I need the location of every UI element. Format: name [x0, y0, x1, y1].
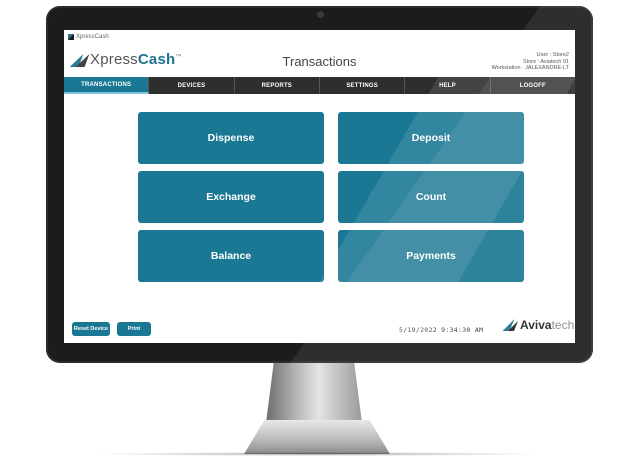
datetime-display: 5/19/2022 9:34:30 AM [399, 326, 484, 334]
app-screen: XpressCash XpressCash™ Transactions User… [64, 30, 575, 343]
floor-shadow [90, 452, 546, 456]
user-info: User : Store2 Store : Aviatech 01 Workst… [492, 52, 569, 72]
payments-button[interactable]: Payments [338, 230, 524, 282]
monitor-bezel: XpressCash XpressCash™ Transactions User… [46, 6, 593, 363]
monitor-base [244, 420, 390, 454]
print-button[interactable]: Print [117, 322, 151, 336]
nav-tab-logoff[interactable]: LOGOFF [491, 77, 575, 94]
avivatech-mark-icon [504, 318, 518, 332]
nav-tab-reports[interactable]: REPORTS [235, 77, 320, 94]
main-nav: TRANSACTIONS DEVICES REPORTS SETTINGS HE… [64, 77, 575, 94]
workstation-line: Workstation : JALEXANDRE-LT [491, 65, 569, 71]
avivatech-main: Aviva [520, 318, 552, 332]
balance-button[interactable]: Balance [138, 230, 324, 282]
avivatech-logo: Avivatech™ [504, 318, 575, 332]
monitor-neck [266, 363, 362, 423]
avivatech-tm: ™ [574, 320, 575, 326]
webcam-dot [316, 11, 324, 18]
nav-tab-devices[interactable]: DEVICES [149, 77, 235, 94]
nav-tab-transactions[interactable]: TRANSACTIONS [64, 77, 150, 94]
nav-tab-settings[interactable]: SETTINGS [320, 77, 406, 94]
transaction-grid: Dispense Deposit Exchange Count Balance … [138, 112, 526, 282]
reset-device-button[interactable]: Reset Device [72, 322, 110, 336]
deposit-button[interactable]: Deposit [338, 112, 524, 164]
mini-brand-label: XpressCash [76, 34, 109, 40]
mini-brand: XpressCash [68, 32, 109, 42]
app-header: XpressCash™ Transactions User : Store2 S… [64, 43, 575, 77]
nav-tab-help[interactable]: HELP [405, 77, 491, 94]
avivatech-tech: tech [551, 318, 575, 332]
count-button[interactable]: Count [338, 171, 524, 223]
exchange-button[interactable]: Exchange [138, 171, 324, 223]
xpresscash-logo-icon [68, 34, 74, 40]
avivatech-text: Avivatech™ [520, 318, 575, 332]
dispense-button[interactable]: Dispense [138, 112, 324, 164]
